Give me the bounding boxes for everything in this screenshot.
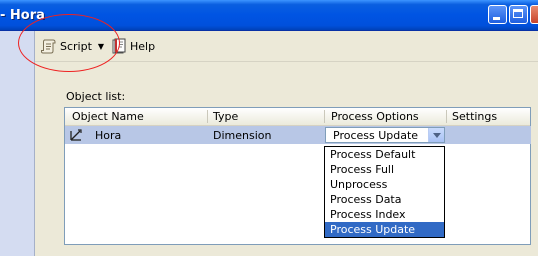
- grid-header: Object Name Type Process Options Setting…: [65, 108, 530, 126]
- chevron-down-icon[interactable]: [428, 128, 444, 142]
- column-header-type[interactable]: Type: [213, 110, 238, 123]
- help-book-icon: [112, 38, 126, 54]
- table-row[interactable]: Hora Dimension Process Update: [65, 126, 531, 144]
- script-label: Script: [60, 39, 92, 53]
- script-button[interactable]: Script ▼: [41, 37, 104, 55]
- dropdown-option[interactable]: Unprocess: [325, 177, 444, 192]
- maximize-icon: [513, 9, 523, 18]
- maximize-button[interactable]: [509, 5, 528, 24]
- chevron-down-icon[interactable]: ▼: [98, 42, 104, 51]
- column-divider[interactable]: [207, 110, 208, 123]
- dropdown-option[interactable]: Process Full: [325, 162, 444, 177]
- close-button[interactable]: [530, 5, 538, 24]
- minimize-icon: [493, 17, 500, 20]
- help-button[interactable]: Help: [111, 37, 155, 55]
- left-pane: [0, 31, 35, 256]
- window-title: - Hora: [0, 8, 45, 23]
- minimize-button[interactable]: [488, 5, 507, 24]
- script-icon: [41, 39, 56, 54]
- column-header-object-name[interactable]: Object Name: [72, 110, 144, 123]
- object-list-grid: Object Name Type Process Options Setting…: [64, 107, 531, 245]
- dropdown-option-selected[interactable]: Process Update: [325, 222, 444, 237]
- column-divider[interactable]: [324, 110, 325, 123]
- type-cell: Dimension: [213, 129, 272, 142]
- column-header-settings[interactable]: Settings: [452, 110, 497, 123]
- object-name-cell: Hora: [95, 129, 122, 142]
- process-options-value: Process Update: [333, 129, 419, 142]
- column-divider[interactable]: [446, 110, 447, 123]
- title-bar: - Hora: [0, 0, 538, 31]
- process-options-combobox[interactable]: Process Update: [325, 127, 445, 143]
- dropdown-option[interactable]: Process Default: [325, 147, 444, 162]
- column-header-process-options[interactable]: Process Options: [331, 110, 419, 123]
- help-label: Help: [130, 39, 156, 53]
- dropdown-option[interactable]: Process Data: [325, 192, 444, 207]
- toolbar: Script ▼ Help: [35, 31, 538, 62]
- object-list-label: Object list:: [66, 90, 126, 103]
- dropdown-option[interactable]: Process Index: [325, 207, 444, 222]
- dimension-icon: [70, 129, 82, 141]
- process-options-dropdown: Process Default Process Full Unprocess P…: [324, 146, 445, 238]
